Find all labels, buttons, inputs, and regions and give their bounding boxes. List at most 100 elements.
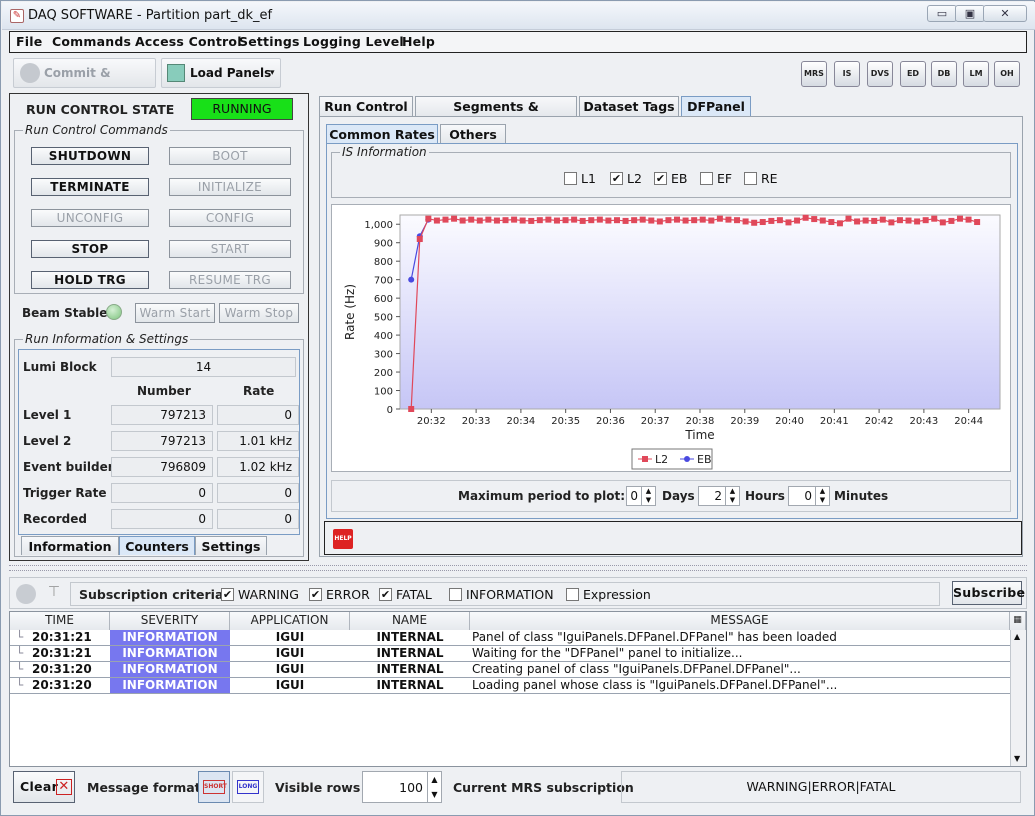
menu-access-control[interactable]: Access Control (135, 34, 242, 49)
information-checkbox[interactable] (449, 588, 462, 601)
menu-settings[interactable]: Settings (239, 34, 300, 49)
fatal-check[interactable]: ✔ FATAL (379, 587, 432, 602)
expression-checkbox[interactable] (566, 588, 579, 601)
menu-logging-level[interactable]: Logging Level (303, 34, 404, 49)
warm-stop-button[interactable]: Warm Stop (219, 303, 299, 323)
tab-settings[interactable]: Settings (195, 536, 267, 555)
tab-run-control[interactable]: Run Control (319, 96, 413, 116)
hold-trg-button[interactable]: HOLD TRG (31, 271, 149, 289)
load-panels-button[interactable]: Load Panels ▾ (161, 58, 281, 88)
tab-dfpanel[interactable]: DFPanel (681, 96, 751, 116)
lm-icon[interactable]: LM (963, 61, 989, 87)
help-bar: HELP (324, 521, 1022, 555)
menu-commands[interactable]: Commands (52, 34, 131, 49)
days-arrows-icon[interactable]: ▲ ▼ (641, 487, 655, 505)
commands-title: Run Control Commands (23, 123, 170, 137)
is-check-l1[interactable]: L1 (564, 171, 596, 186)
long-format-button[interactable]: LONG (232, 771, 264, 803)
warning-checkbox[interactable]: ✔ (221, 588, 234, 601)
chevron-down-icon[interactable]: ▾ (270, 59, 275, 87)
col-application[interactable]: APPLICATION (230, 612, 350, 630)
stop-button[interactable]: STOP (31, 240, 149, 258)
tab-information[interactable]: Information (21, 536, 119, 555)
subscribe-button[interactable]: Subscribe (952, 581, 1025, 605)
ef-checkbox[interactable] (700, 172, 713, 185)
unconfig-button[interactable]: UNCONFIG (31, 209, 149, 227)
boot-button[interactable]: BOOT (169, 147, 291, 165)
visible-rows-spinner[interactable]: 100 ▲ ▼ (362, 771, 442, 803)
minimize-button[interactable]: ▭ (927, 5, 957, 22)
log-scrollbar[interactable]: ▲ ▼ (1010, 630, 1026, 766)
data-point-l2 (888, 219, 895, 226)
message-format-label: Message format (87, 780, 201, 795)
visible-rows-arrows-icon[interactable]: ▲ ▼ (427, 772, 441, 802)
tab-common-rates[interactable]: Common Rates (326, 124, 438, 143)
short-icon: SHORT (203, 780, 227, 794)
warning-check[interactable]: ✔ WARNING (221, 587, 299, 602)
resume-trg-button[interactable]: RESUME TRG (169, 271, 291, 289)
table-row[interactable]: 20:31:20 INFORMATION IGUI INTERNAL Creating … (10, 662, 1010, 678)
start-button[interactable]: START (169, 240, 291, 258)
config-button[interactable]: CONFIG (169, 209, 291, 227)
app-icon: ✎ (10, 9, 24, 23)
clear-label: Clear (20, 779, 59, 794)
col-name[interactable]: NAME (350, 612, 470, 630)
data-point-l2 (502, 217, 509, 224)
minutes-spinner[interactable]: 0 ▲ ▼ (788, 486, 830, 506)
days-spinner[interactable]: 0 ▲ ▼ (626, 486, 656, 506)
col-severity[interactable]: SEVERITY (110, 612, 230, 630)
error-check[interactable]: ✔ ERROR (309, 587, 370, 602)
short-format-button[interactable]: SHORT (198, 771, 230, 803)
scroll-down-icon[interactable]: ▼ (1014, 754, 1020, 763)
is-check-re[interactable]: RE (744, 171, 778, 186)
maximize-button[interactable]: ▣ (955, 5, 985, 22)
l2-checkbox[interactable]: ✔ (610, 172, 623, 185)
col-time[interactable]: TIME (10, 612, 110, 630)
menu-help[interactable]: Help (402, 34, 435, 49)
column-menu-icon[interactable]: ▦ (1010, 612, 1026, 630)
log-message: Waiting for the "DFPanel" panel to initi… (472, 646, 743, 660)
clear-button[interactable]: Clear ✕ (13, 771, 75, 803)
table-row[interactable]: 20:31:20 INFORMATION IGUI INTERNAL Loading p… (10, 678, 1010, 694)
is-check-ef[interactable]: EF (700, 171, 732, 186)
filter-icon[interactable]: ⊤ (46, 584, 62, 604)
terminate-button[interactable]: TERMINATE (31, 178, 149, 196)
rate-header: Rate (243, 384, 275, 398)
error-checkbox[interactable]: ✔ (309, 588, 322, 601)
fatal-checkbox[interactable]: ✔ (379, 588, 392, 601)
menu-file[interactable]: File (16, 34, 42, 49)
ed-icon[interactable]: ED (900, 61, 926, 87)
db-icon[interactable]: DB (931, 61, 957, 87)
is-icon[interactable]: IS (834, 61, 860, 87)
tab-counters[interactable]: Counters (119, 536, 195, 555)
tab-dataset-tags[interactable]: Dataset Tags (579, 96, 679, 116)
scroll-up-icon[interactable]: ▲ (1014, 632, 1020, 641)
tab-others[interactable]: Others (440, 124, 506, 143)
settings-icon[interactable] (16, 584, 36, 604)
l1-checkbox[interactable] (564, 172, 577, 185)
oh-icon[interactable]: OH (994, 61, 1020, 87)
splitter[interactable] (9, 565, 1027, 571)
close-button[interactable]: ✕ (983, 5, 1027, 22)
hours-spinner[interactable]: 2 ▲ ▼ (698, 486, 740, 506)
dvs-icon[interactable]: DVS (867, 61, 893, 87)
initialize-button[interactable]: INITIALIZE (169, 178, 291, 196)
information-check[interactable]: INFORMATION (449, 587, 554, 602)
is-check-eb[interactable]: ✔ EB (654, 171, 687, 186)
table-row[interactable]: 20:31:21 INFORMATION IGUI INTERNAL Waiting f… (10, 646, 1010, 662)
help-icon[interactable]: HELP (333, 529, 353, 549)
table-row[interactable]: 20:31:21 INFORMATION IGUI INTERNAL Panel of … (10, 630, 1010, 646)
warm-start-button[interactable]: Warm Start (135, 303, 215, 323)
expression-check[interactable]: Expression (566, 587, 651, 602)
tab-segments-resources[interactable]: Segments & Resources (415, 96, 577, 133)
data-point-l2 (639, 216, 646, 223)
re-checkbox[interactable] (744, 172, 757, 185)
shutdown-button[interactable]: SHUTDOWN (31, 147, 149, 165)
mrs-icon[interactable]: MRS (801, 61, 827, 87)
eb-checkbox[interactable]: ✔ (654, 172, 667, 185)
hours-arrows-icon[interactable]: ▲ ▼ (725, 487, 739, 505)
commit-reload-button[interactable]: Commit & Reload (13, 58, 156, 108)
minutes-arrows-icon[interactable]: ▲ ▼ (815, 487, 829, 505)
is-check-l2[interactable]: ✔ L2 (610, 171, 642, 186)
col-message[interactable]: MESSAGE (470, 612, 1010, 630)
